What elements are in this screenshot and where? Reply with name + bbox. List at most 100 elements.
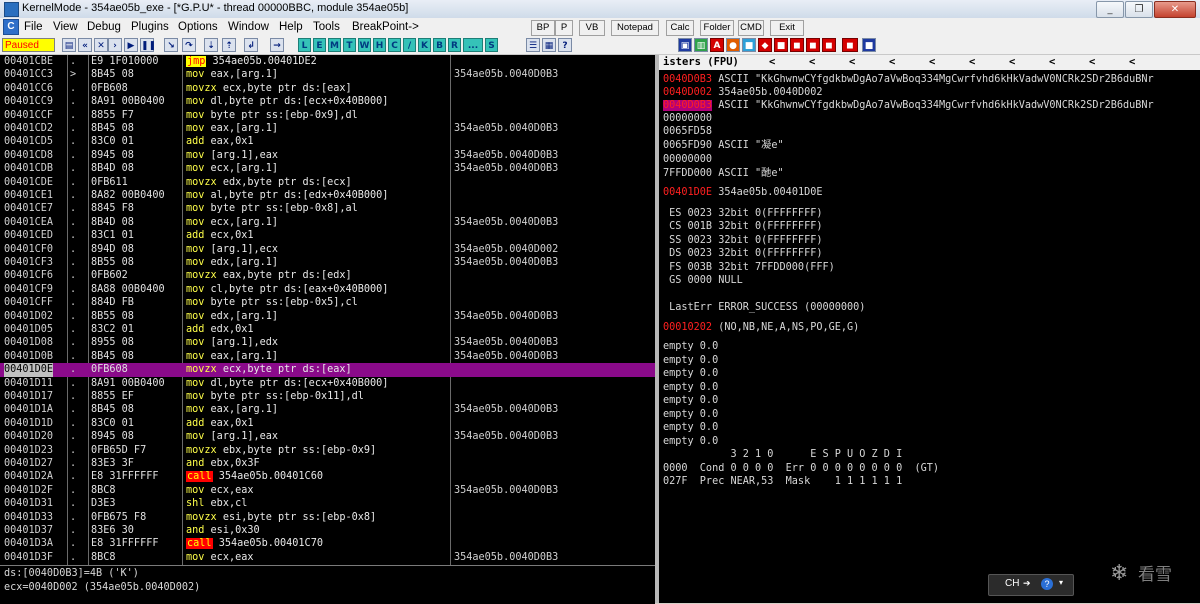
- cpu-window-icon[interactable]: C: [3, 19, 19, 35]
- register-line[interactable]: DS 0023 32bit 0(FFFFFFFF): [663, 247, 822, 260]
- disasm-row[interactable]: 00401CFF. 884D FB mov byte ptr ss:[ebp-0x5…: [0, 296, 655, 309]
- plugin-red-5-icon[interactable]: ◼: [822, 38, 836, 52]
- close-button[interactable]: ✕: [1154, 1, 1196, 18]
- toolbar-k-button[interactable]: K: [418, 38, 431, 52]
- disasm-row[interactable]: 00401D2A. E8 31FFFFFF call 354ae05b.00401C…: [0, 470, 655, 483]
- disasm-row[interactable]: 00401D3A. E8 31FFFFFF call 354ae05b.00401C…: [0, 537, 655, 550]
- quick-p-button[interactable]: P: [555, 20, 573, 36]
- register-line[interactable]: empty 0.0: [663, 381, 718, 394]
- register-line[interactable]: empty 0.0: [663, 435, 718, 448]
- toolbar-b-button[interactable]: B: [433, 38, 446, 52]
- toolbar-c-button[interactable]: C: [388, 38, 401, 52]
- ime-menu-icon[interactable]: ▾: [1059, 578, 1063, 587]
- menu-window[interactable]: Window: [228, 19, 269, 35]
- register-line[interactable]: 00401D0E 354ae05b.00401D0E: [663, 186, 823, 199]
- menu-file[interactable]: File: [24, 19, 43, 35]
- menu-options[interactable]: Options: [178, 19, 218, 35]
- ime-arrow-icon[interactable]: ➔: [1023, 578, 1031, 589]
- disasm-row[interactable]: 00401CC3 >8B45 08 mov eax,[arg.1] 354ae05b.…: [0, 68, 655, 81]
- scroll-left-arrow-icon[interactable]: <: [1129, 55, 1135, 70]
- quick-bp-button[interactable]: BP: [531, 20, 555, 36]
- disasm-row[interactable]: 00401CD5. 83C0 01 add eax,0x1: [0, 135, 655, 148]
- plugin-box-icon[interactable]: ■: [742, 38, 756, 52]
- disasm-row[interactable]: 00401CF0. 894D 08 mov [arg.1],ecx 354ae05b.…: [0, 243, 655, 256]
- register-line[interactable]: empty 0.0: [663, 394, 718, 407]
- trace-over-icon[interactable]: ⇡: [222, 38, 236, 52]
- register-line[interactable]: GS 0000 NULL: [663, 274, 743, 287]
- disasm-row[interactable]: 00401D2F. 8BC8 mov ecx,eax 354ae05b.0040D0B…: [0, 484, 655, 497]
- quick-calc-button[interactable]: Calc: [666, 20, 694, 36]
- open-icon[interactable]: ▤: [62, 38, 76, 52]
- register-line[interactable]: empty 0.0: [663, 421, 718, 434]
- step-over-icon[interactable]: ↷: [182, 38, 196, 52]
- toolbar-l-button[interactable]: L: [298, 38, 311, 52]
- maximize-button[interactable]: ❐: [1125, 1, 1153, 18]
- registers-pane[interactable]: isters (FPU) < < < < < < < < < < 0040D0B3 ASCII "…: [659, 55, 1200, 603]
- plugin-red-4-icon[interactable]: ◼: [806, 38, 820, 52]
- disasm-row[interactable]: 00401CE7. 8845 F8 mov byte ptr ss:[ebp-0x8…: [0, 202, 655, 215]
- disasm-row[interactable]: 00401CEA. 8B4D 08 mov ecx,[arg.1] 354ae05b.…: [0, 216, 655, 229]
- plugin-red-1-icon[interactable]: ◆: [758, 38, 772, 52]
- disasm-row[interactable]: 00401D37. 83E6 30 and esi,0x30: [0, 524, 655, 537]
- disasm-row[interactable]: 00401D3F. 8BC8 mov ecx,eax 354ae05b.0040D0B…: [0, 551, 655, 564]
- disasm-row[interactable]: 00401D27. 83E3 3F and ebx,0x3F: [0, 457, 655, 470]
- plugin-a-icon[interactable]: A: [710, 38, 724, 52]
- help-icon[interactable]: ?: [1041, 578, 1053, 590]
- disasm-row[interactable]: 00401CC9. 8A91 00B0400 mov dl,byte ptr ds:…: [0, 95, 655, 108]
- toolbar-t-button[interactable]: T: [343, 38, 356, 52]
- plugin-red-2-icon[interactable]: ■: [774, 38, 788, 52]
- disasm-row[interactable]: 00401D20. 8945 08 mov [arg.1],eax 354ae05b.…: [0, 430, 655, 443]
- register-line[interactable]: 7FFDD000 ASCII "酏e": [663, 167, 784, 180]
- disasm-row[interactable]: 00401D11. 8A91 00B0400 mov dl,byte ptr ds:…: [0, 377, 655, 390]
- scroll-left-arrow-icon[interactable]: <: [1089, 55, 1095, 70]
- plugin-red-3-icon[interactable]: ◼: [790, 38, 804, 52]
- scroll-left-arrow-icon[interactable]: <: [889, 55, 895, 70]
- scroll-left-arrow-icon[interactable]: <: [969, 55, 975, 70]
- register-line[interactable]: 0065FD90 ASCII "凝e": [663, 139, 784, 152]
- run-icon[interactable]: ▶: [124, 38, 138, 52]
- register-line[interactable]: 027F Prec NEAR,53 Mask 1 1 1 1 1 1: [663, 475, 902, 488]
- disasm-row[interactable]: 00401D08. 8955 08 mov [arg.1],edx 354ae05b.…: [0, 336, 655, 349]
- trace-into-icon[interactable]: ⇣: [204, 38, 218, 52]
- disasm-row[interactable]: 00401CBE. E9 1F010000 jmp 354ae05b.00401DE…: [0, 55, 655, 68]
- scroll-left-arrow-icon[interactable]: <: [929, 55, 935, 70]
- menu-breakpoint[interactable]: BreakPoint->: [352, 19, 419, 35]
- register-line[interactable]: 00000000: [663, 112, 712, 125]
- disasm-row[interactable]: 00401CE1. 8A82 00B0400 mov al,byte ptr ds:…: [0, 189, 655, 202]
- disasm-row[interactable]: 00401D17. 8855 EF mov byte ptr ss:[ebp-0x1…: [0, 390, 655, 403]
- disasm-row[interactable]: 00401D1D. 83C0 01 add eax,0x1: [0, 417, 655, 430]
- disassembly-pane[interactable]: 00401CBE. E9 1F010000 jmp 354ae05b.00401DE…: [0, 55, 655, 565]
- quick-notepad-button[interactable]: Notepad: [611, 20, 659, 36]
- register-line[interactable]: ES 0023 32bit 0(FFFFFFFF): [663, 207, 822, 220]
- quick-folder-button[interactable]: Folder: [700, 20, 734, 36]
- register-line[interactable]: empty 0.0: [663, 340, 718, 353]
- disasm-row[interactable]: 00401D0B. 8B45 08 mov eax,[arg.1] 354ae05b.…: [0, 350, 655, 363]
- disasm-row[interactable]: 00401CD2. 8B45 08 mov eax,[arg.1] 354ae05b.…: [0, 122, 655, 135]
- plugin-blue-icon[interactable]: ■: [862, 38, 876, 52]
- toolbar-w-button[interactable]: W: [358, 38, 371, 52]
- execute-till-return-icon[interactable]: ↲: [244, 38, 258, 52]
- menu-tools[interactable]: Tools: [313, 19, 340, 35]
- register-line[interactable]: 0065FD58: [663, 125, 712, 138]
- register-line[interactable]: SS 0023 32bit 0(FFFFFFFF): [663, 234, 822, 247]
- selected-disasm-row[interactable]: 00401D0E. 0FB608 movzx ecx,byte ptr ds:[ea…: [0, 363, 655, 377]
- toolbar-ellipsis-button[interactable]: ...: [463, 38, 483, 52]
- quick-cmd-button[interactable]: CMD: [738, 20, 764, 36]
- plugin-red-6-icon[interactable]: ◼: [842, 38, 858, 52]
- disasm-row[interactable]: 00401D02. 8B55 08 mov edx,[arg.1] 354ae05b.…: [0, 310, 655, 323]
- register-line[interactable]: empty 0.0: [663, 354, 718, 367]
- disasm-row[interactable]: 00401D05. 83C2 01 add edx,0x1: [0, 323, 655, 336]
- register-line[interactable]: 0040D0B3 ASCII "KkGhwnwCYfgdkbwDgAo7aVwB…: [663, 73, 1154, 86]
- quick-vb-button[interactable]: VB: [579, 20, 605, 36]
- register-line[interactable]: 0000 Cond 0 0 0 0 Err 0 0 0 0 0 0 0 0 (G…: [663, 462, 939, 475]
- help-icon[interactable]: ?: [558, 38, 572, 52]
- disasm-row[interactable]: 00401CED. 83C1 01 add ecx,0x1: [0, 229, 655, 242]
- register-line[interactable]: 3 2 1 0 E S P U O Z D I: [663, 448, 902, 461]
- goto-icon[interactable]: →: [270, 38, 284, 52]
- disasm-row[interactable]: 00401CF3. 8B55 08 mov edx,[arg.1] 354ae05b.…: [0, 256, 655, 269]
- disasm-row[interactable]: 00401D31. D3E3 shl ebx,cl: [0, 497, 655, 510]
- menu-plugins[interactable]: Plugins: [131, 19, 169, 35]
- disasm-row[interactable]: 00401D33. 0FB675 F8 movzx esi,byte ptr ss:…: [0, 511, 655, 524]
- toolbar-m-button[interactable]: M: [328, 38, 341, 52]
- toolbar-e-button[interactable]: E: [313, 38, 326, 52]
